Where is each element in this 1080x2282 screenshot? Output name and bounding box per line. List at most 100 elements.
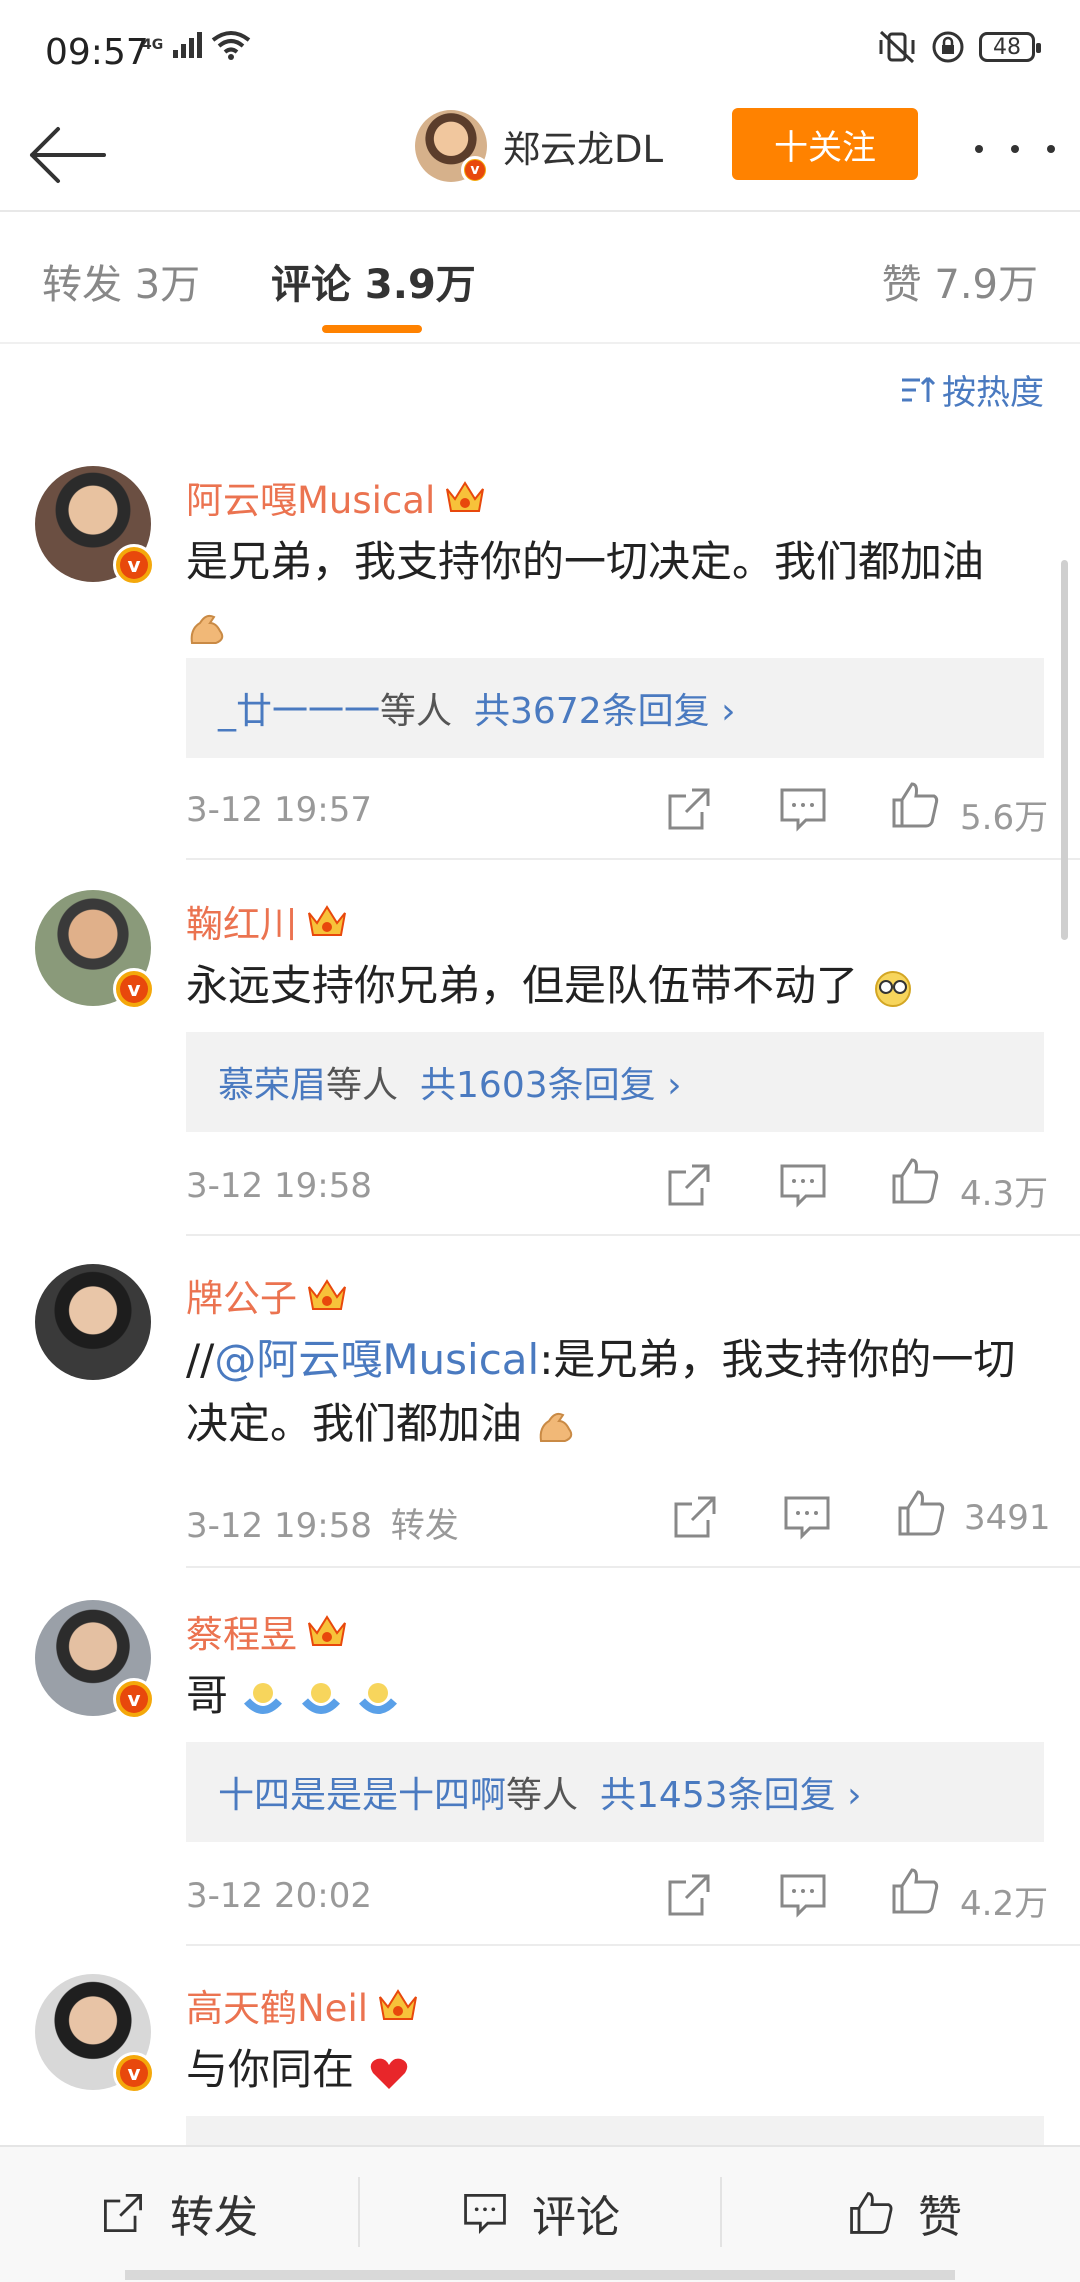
divider (358, 2177, 360, 2247)
heart-emoji-icon (371, 2058, 408, 2089)
comment-avatar[interactable] (35, 1264, 151, 1380)
comment-text-line: 是兄弟，我支持你的一切决定。我们都加油 (186, 537, 985, 586)
reply-count[interactable]: 共1453条回复 › (600, 1766, 861, 1818)
muscle-emoji-icon (190, 614, 224, 644)
like-count: 3491 (964, 1498, 1051, 1538)
hug-emoji-icon (244, 1682, 283, 1714)
like-icon[interactable] (888, 778, 942, 832)
nav-bar: v 郑云龙DL 十关注 (0, 105, 1080, 210)
reply-names[interactable]: _廿一一一 (218, 682, 380, 734)
share-icon[interactable] (662, 1158, 716, 1212)
more-button[interactable] (975, 129, 1055, 169)
nav-user[interactable]: v 郑云龙DL (415, 110, 663, 184)
mute-vibrate-icon (879, 30, 915, 64)
like-label: 赞 (918, 2192, 962, 2243)
sort-button[interactable]: 按热度 (900, 365, 1044, 414)
like-icon[interactable] (888, 1864, 942, 1918)
like-count: 4.2万 (960, 1884, 1049, 1924)
comment-text-line: 哥 (186, 1671, 229, 1720)
comment-author[interactable]: 鞠红川 (186, 894, 349, 948)
back-arrow-icon (30, 127, 106, 183)
repost-tag: 转发 (390, 1506, 459, 1546)
tabs: 转发 3万 评论 3.9万 赞 7.9万 (0, 212, 1080, 342)
home-indicator (125, 2270, 955, 2280)
comment-author[interactable]: 蔡程昱 (186, 1604, 349, 1658)
tab-repost[interactable]: 转发 3万 (42, 252, 200, 310)
tab-like[interactable]: 赞 7.9万 (882, 252, 1038, 310)
comment-icon[interactable] (776, 1868, 830, 1922)
comment-text-line: 与你同在 (186, 2045, 355, 2094)
comment-avatar[interactable]: v (35, 466, 155, 586)
share-icon[interactable] (662, 1868, 716, 1922)
tab-underline (322, 325, 422, 333)
like-count: 4.3万 (960, 1174, 1049, 1214)
comment-button[interactable]: 评论 (460, 2181, 620, 2245)
sort-icon (902, 376, 936, 402)
comment-time: 3-12 19:57 (186, 790, 372, 830)
divider (0, 342, 1080, 344)
like-button[interactable]: 赞 (846, 2181, 962, 2245)
battery-icon: 48 (979, 32, 1041, 62)
lock-rotation-icon (932, 31, 964, 63)
reply-preview[interactable]: _廿一一一 等人 共3672条回复 › (186, 658, 1044, 758)
comment-author[interactable]: 高天鹤Neil (186, 1978, 420, 2032)
status-left-icons: 4G (142, 30, 251, 60)
comment-avatar[interactable]: v (35, 1974, 155, 2094)
signal-icon (173, 32, 203, 58)
comment-icon[interactable] (776, 782, 830, 836)
user-avatar[interactable]: v (415, 110, 489, 184)
verified-icon: v (113, 968, 155, 1010)
status-bar: 09:57 4G 48 (0, 0, 1080, 105)
reply-count[interactable]: 共1603条回复 › (420, 1056, 681, 1108)
comment-author-name[interactable]: 阿云嘎Musical (186, 470, 435, 524)
wifi-icon (212, 31, 251, 60)
divider (186, 1566, 1080, 1568)
follow-button[interactable]: 十关注 (732, 108, 918, 180)
like-icon[interactable] (894, 1486, 948, 1540)
comment-time-text: 3-12 19:58 (186, 1506, 372, 1546)
mention-link[interactable]: @阿云嘎Musical (214, 1335, 539, 1384)
network-type: 4G (142, 37, 164, 53)
repost-icon (104, 2194, 142, 2232)
comment-text: 哥 (186, 1664, 1046, 1728)
comment-text-line: 决定。我们都加油 (186, 1399, 523, 1448)
comment-author-name[interactable]: 鞠红川 (186, 894, 297, 948)
reply-preview[interactable]: 慕荣眉 等人 共1603条回复 › (186, 1032, 1044, 1132)
comment-author[interactable]: 牌公子 (186, 1268, 349, 1322)
scrollbar[interactable] (1061, 560, 1068, 940)
reply-mid: 等人 (326, 1065, 399, 1106)
crown-icon (379, 1989, 417, 2020)
more-dot-icon (975, 145, 983, 153)
comment-author-name[interactable]: 高天鹤Neil (186, 1978, 368, 2032)
reply-names[interactable]: 慕荣眉 (218, 1056, 326, 1108)
comment-time: 3-12 19:58 (186, 1166, 372, 1206)
comment-avatar[interactable]: v (35, 1600, 155, 1720)
sort-label: 按热度 (942, 373, 1044, 413)
tab-comment[interactable]: 评论 3.9万 (271, 252, 476, 310)
reply-count[interactable]: 共3672条回复 › (474, 682, 735, 734)
dizzy-emoji-icon (875, 970, 912, 1007)
divider (186, 1234, 1080, 1236)
reply-names[interactable]: 十四是是是十四啊 (218, 1766, 506, 1818)
repost-button[interactable]: 转发 (98, 2181, 258, 2245)
comment-label: 评论 (532, 2192, 620, 2243)
comment-icon[interactable] (780, 1490, 834, 1544)
reply-preview[interactable]: 十四是是是十四啊 等人 共1453条回复 › (186, 1742, 1044, 1842)
share-icon[interactable] (662, 782, 716, 836)
back-button[interactable] (28, 115, 108, 195)
comment-author-name[interactable]: 牌公子 (186, 1268, 297, 1322)
like-icon[interactable] (888, 1154, 942, 1208)
user-name[interactable]: 郑云龙DL (503, 119, 663, 173)
verified-icon: v (113, 2052, 155, 2094)
like-icon (850, 2192, 893, 2234)
more-dot-icon (1011, 145, 1019, 153)
comment-author-name[interactable]: 蔡程昱 (186, 1604, 297, 1658)
share-icon[interactable] (668, 1490, 722, 1544)
comment-avatar[interactable]: v (35, 890, 155, 1010)
comment-author[interactable]: 阿云嘎Musical (186, 470, 487, 524)
comment-icon[interactable] (776, 1158, 830, 1212)
comment-icon (464, 2194, 506, 2234)
bottom-action-bar: 转发 评论 赞 (0, 2145, 1080, 2282)
hug-emoji-icon (359, 1682, 398, 1714)
repost-label: 转发 (170, 2192, 258, 2243)
